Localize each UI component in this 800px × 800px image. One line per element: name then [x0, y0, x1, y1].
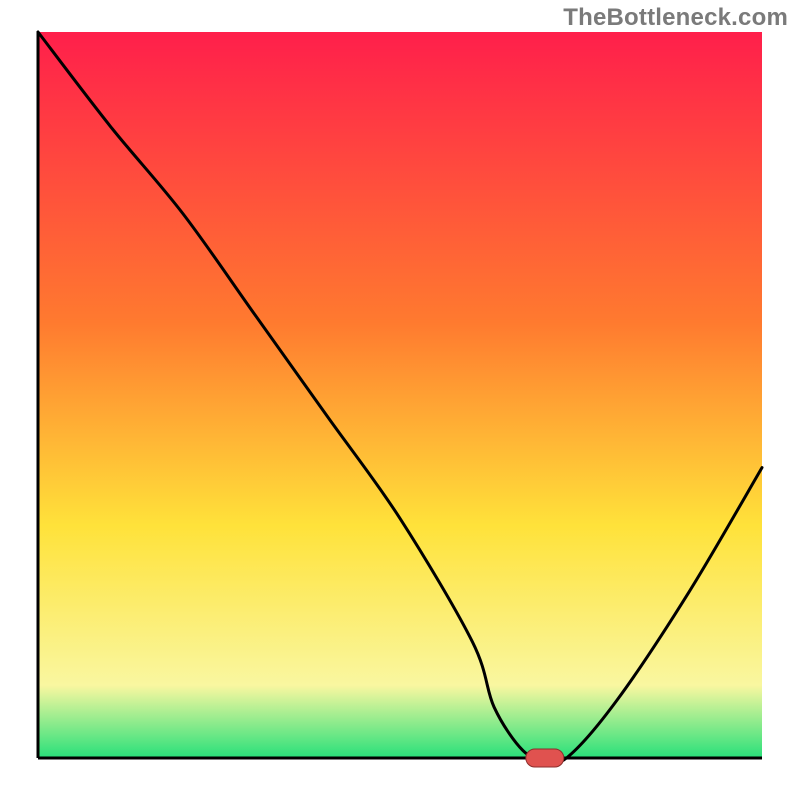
chart-svg	[0, 0, 800, 800]
chart-container: TheBottleneck.com	[0, 0, 800, 800]
optimal-marker	[526, 749, 564, 767]
